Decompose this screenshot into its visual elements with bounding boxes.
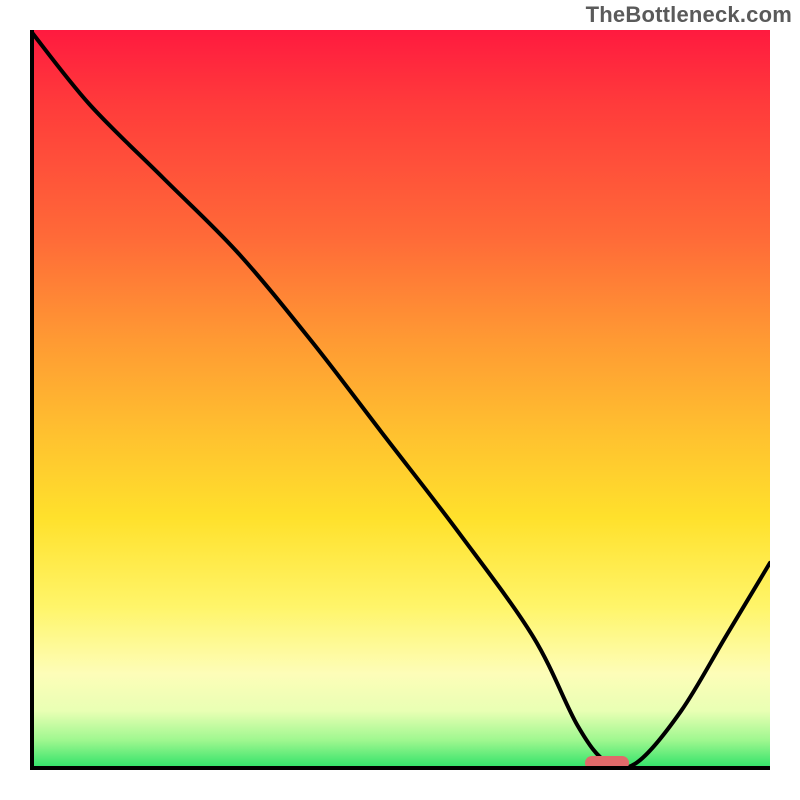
watermark-text: TheBottleneck.com [586,2,792,28]
chart-axes [30,30,770,770]
chart-area [30,30,770,770]
